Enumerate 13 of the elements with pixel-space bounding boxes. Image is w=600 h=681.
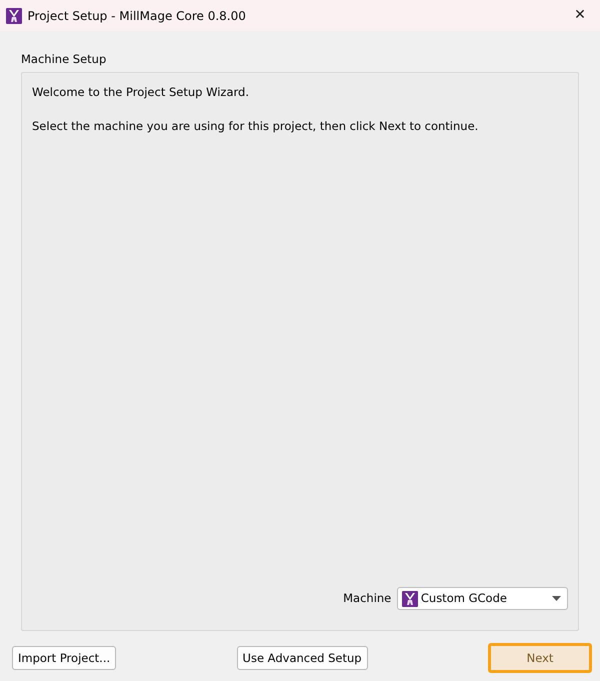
group-title: Machine Setup — [21, 51, 106, 68]
import-button[interactable]: Import Project... — [12, 646, 116, 670]
app-logo-icon — [6, 8, 22, 24]
machine-label: Machine — [343, 590, 392, 608]
machine-icon — [402, 590, 418, 607]
instruction-text: Select the machine you are using for this project, then click Next to continue. — [32, 118, 480, 134]
next-button[interactable]: Next — [488, 643, 592, 674]
advanced-setup-button[interactable]: Use Advanced Setup — [236, 646, 368, 670]
window-title: Project Setup - MillMage Core 0.8.00 — [28, 8, 247, 24]
machine-dropdown[interactable]: Custom GCode — [397, 587, 568, 610]
close-button[interactable]: ✕ — [560, 4, 600, 27]
instruction-text: Welcome to the Project Setup Wizard. — [32, 84, 250, 102]
caret-icon — [552, 596, 561, 602]
